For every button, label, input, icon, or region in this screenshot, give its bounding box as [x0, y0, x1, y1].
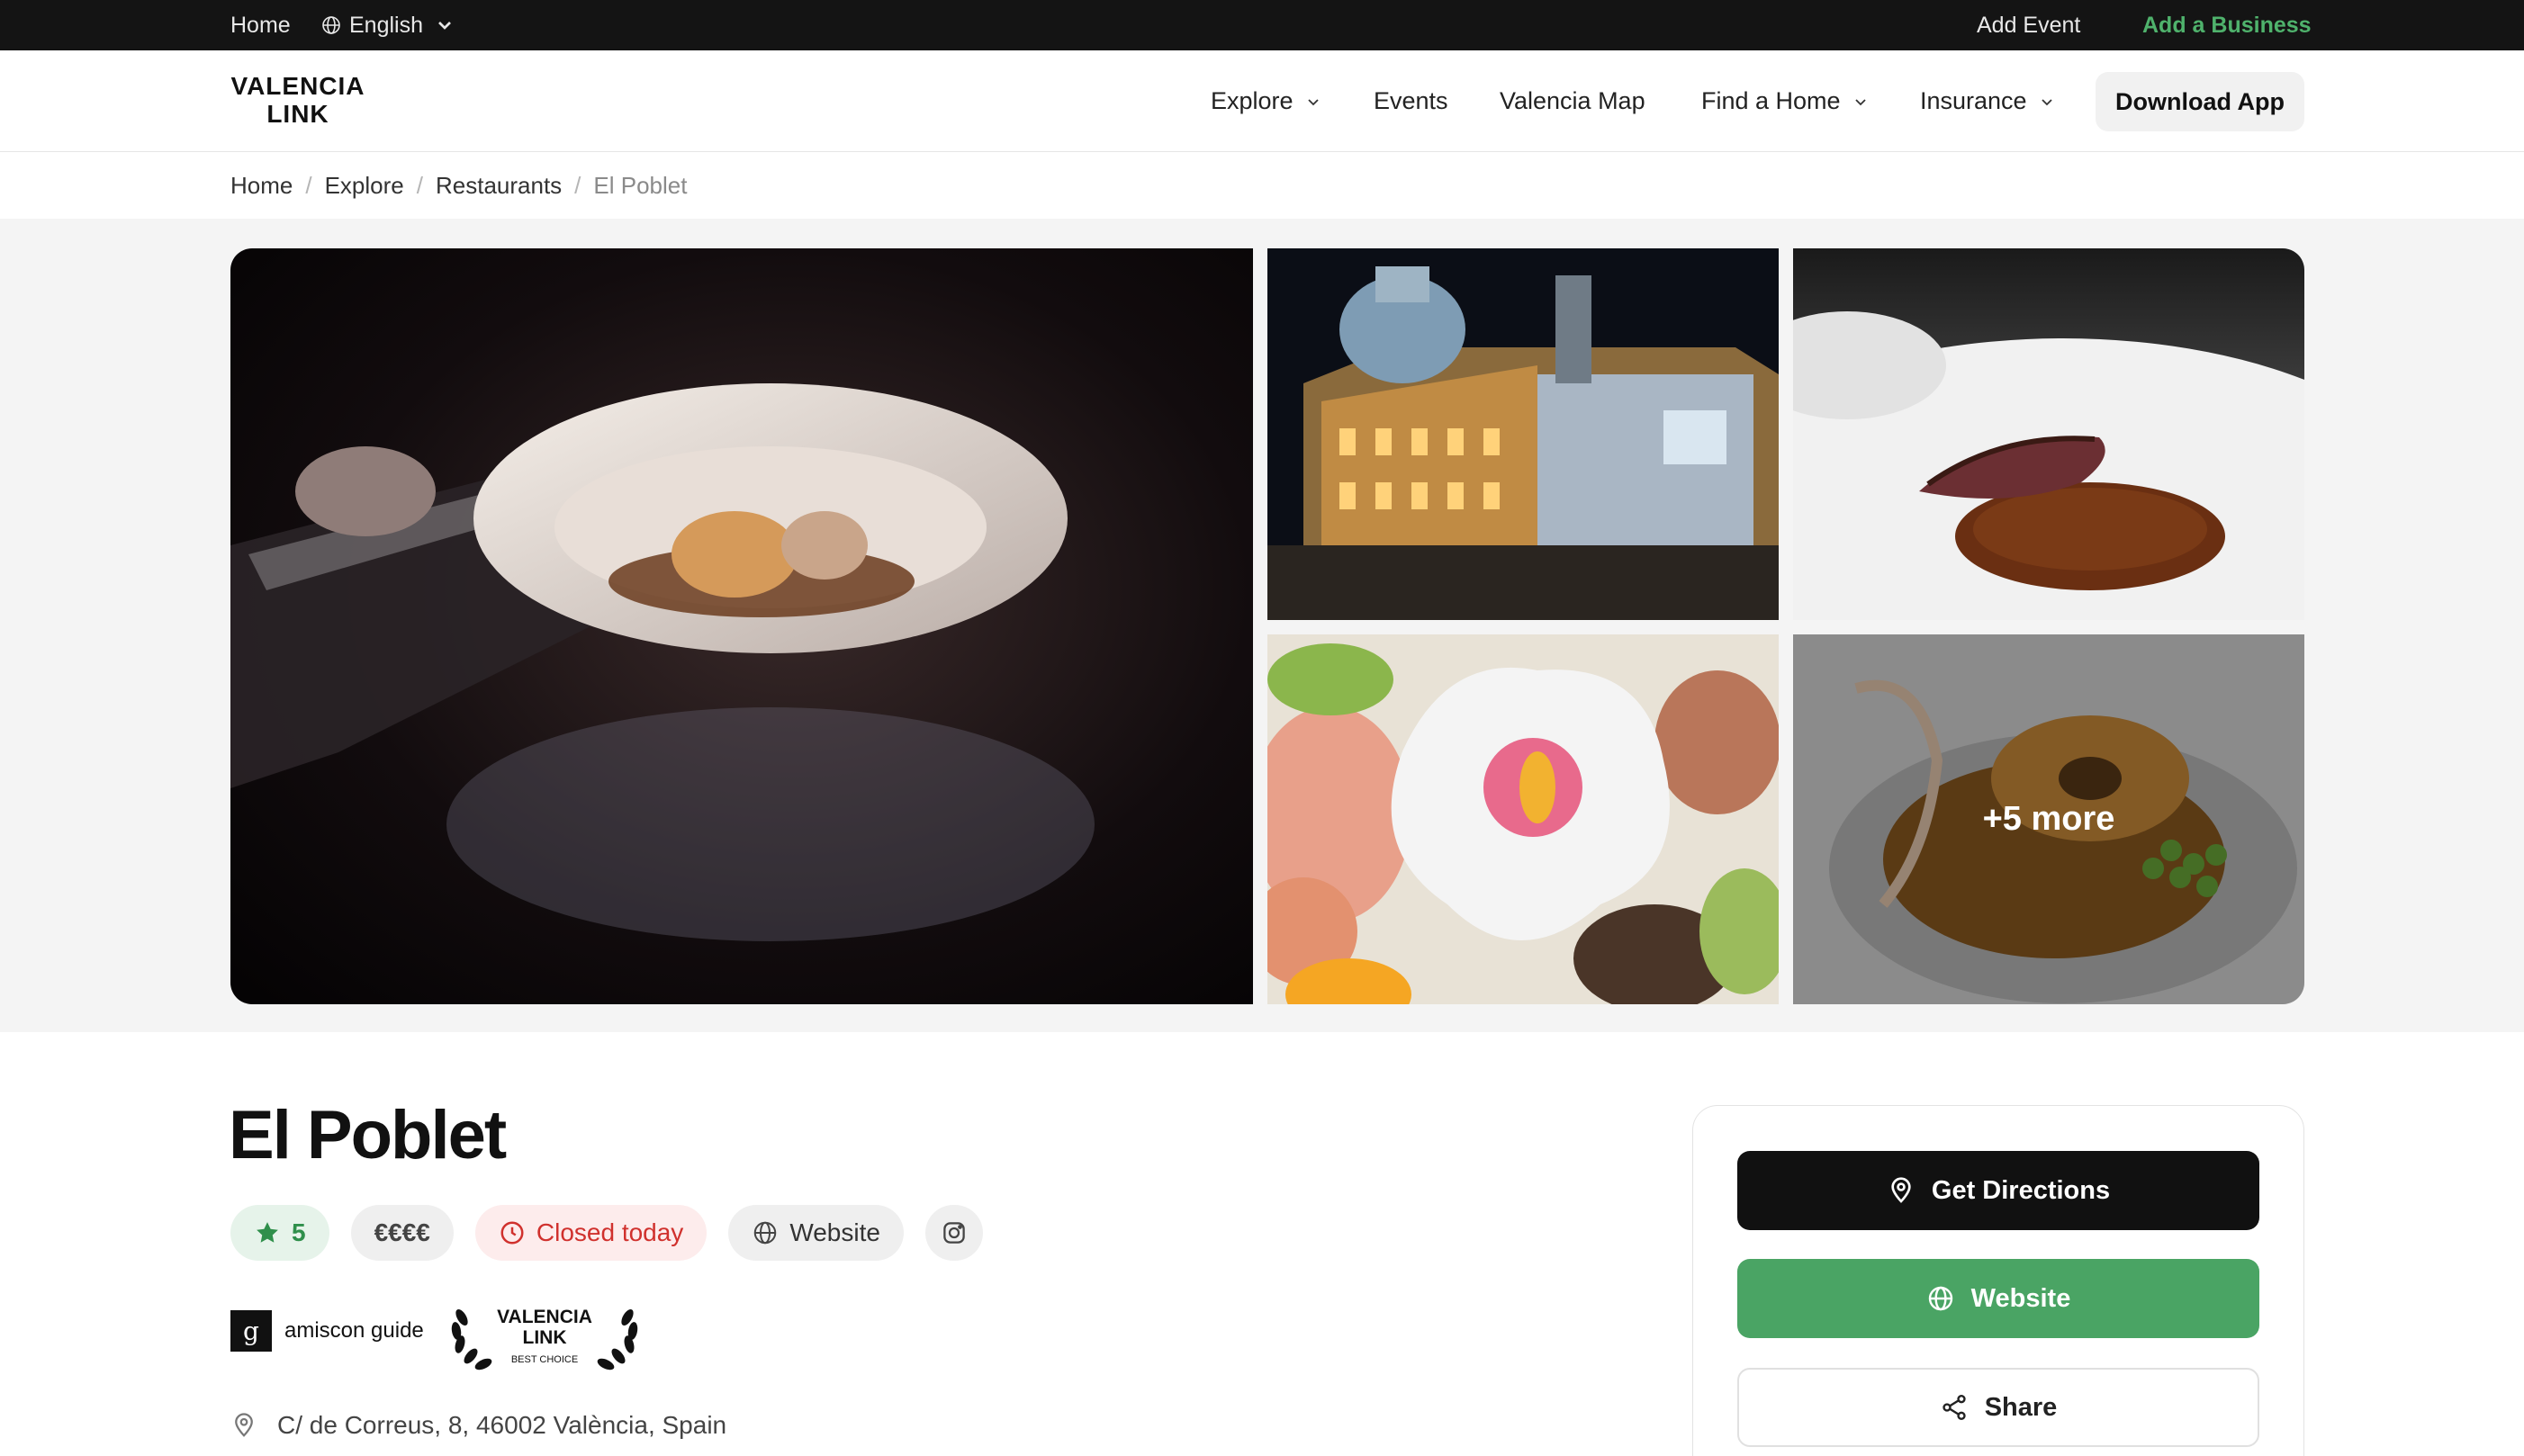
add-business-link[interactable]: Add a Business [2142, 0, 2312, 50]
instagram-chip[interactable] [924, 1205, 983, 1261]
gallery-photo-main[interactable] [230, 248, 1253, 1004]
gallery-photo-duck[interactable] [1793, 248, 2304, 620]
award-line-2: LINK [522, 1327, 566, 1348]
nav-find-home[interactable]: Find a Home [1701, 50, 1870, 152]
nav-events-label: Events [1374, 87, 1448, 114]
amiscon-text: amiscon guide [284, 1318, 424, 1343]
award-badges: g amiscon guide VALENCIA LINK BEST CHOIC… [230, 1290, 644, 1371]
nav-events[interactable]: Events [1374, 50, 1448, 152]
top-bar: Home English Add Event Add a Business [0, 0, 2524, 50]
nav-find-home-label: Find a Home [1701, 87, 1841, 114]
topbar-home-link[interactable]: Home [230, 0, 291, 50]
nav-map-label: Valencia Map [1500, 87, 1645, 114]
globe-icon [322, 16, 340, 34]
actions-card: Get Directions Website Share [1692, 1105, 2304, 1456]
price-chip: €€€€ [350, 1205, 454, 1261]
breadcrumb-separator: / [574, 171, 581, 199]
star-icon [257, 1222, 278, 1243]
language-label: English [349, 12, 423, 38]
breadcrumb-separator: / [416, 171, 423, 199]
vegetables-photo [1267, 634, 1779, 1004]
share-icon [1943, 1395, 1966, 1420]
restaurant-title: El Poblet [229, 1097, 507, 1173]
award-line-1: VALENCIA [497, 1307, 592, 1327]
language-selector[interactable]: English [320, 0, 455, 50]
gallery-photo-more[interactable]: +5 more [1793, 634, 2304, 1004]
rating-chip[interactable]: 5 [230, 1205, 329, 1261]
price-level: €€€€ [374, 1218, 430, 1246]
website-button-label: Website [1970, 1283, 2071, 1313]
breadcrumb-restaurants[interactable]: Restaurants [436, 172, 562, 200]
chevron-down-icon [2041, 98, 2052, 105]
share-label: Share [1984, 1392, 2058, 1422]
laurel-wreath-icon: VALENCIA LINK BEST CHOICE [451, 1307, 637, 1371]
building-photo [1267, 248, 1779, 620]
rating-value: 5 [292, 1218, 306, 1246]
nav-insurance-label: Insurance [1920, 87, 2027, 114]
gallery-photo-building[interactable] [1267, 248, 1779, 620]
duck-dish-photo [1793, 248, 2304, 620]
map-pin-icon [235, 1413, 253, 1437]
breadcrumb-home[interactable]: Home [230, 172, 293, 200]
breadcrumb-explore[interactable]: Explore [325, 172, 404, 200]
website-chip[interactable]: Website [728, 1205, 904, 1261]
breadcrumb-current: El Poblet [593, 171, 688, 199]
nav-valencia-map[interactable]: Valencia Map [1500, 50, 1645, 152]
chevron-down-icon [1307, 98, 1319, 105]
download-app-button[interactable]: Download App [2096, 72, 2304, 131]
globe-icon [754, 1221, 777, 1245]
address-text: C/ de Correus, 8, 46002 València, Spain [277, 1411, 727, 1439]
share-button[interactable]: Share [1737, 1368, 2259, 1447]
gallery-photo-vegetables[interactable] [1267, 634, 1779, 1004]
info-chips: 5 €€€€ Closed today Website [230, 1205, 983, 1261]
clock-icon [500, 1221, 524, 1245]
get-directions-label: Get Directions [1931, 1175, 2111, 1205]
add-event-link[interactable]: Add Event [1977, 0, 2080, 50]
breadcrumb-separator: / [305, 171, 312, 199]
site-logo[interactable]: VALENCIA LINK [230, 72, 365, 128]
get-directions-button[interactable]: Get Directions [1737, 1151, 2259, 1230]
more-photos-overlay[interactable]: +5 more [1793, 634, 2304, 1004]
chevron-down-icon [438, 22, 451, 30]
site-header: VALENCIA LINK Explore Events Valencia Ma… [0, 50, 2524, 152]
nav-explore[interactable]: Explore [1211, 50, 1322, 152]
amiscon-logo-mark: g [230, 1310, 272, 1352]
website-button[interactable]: Website [1737, 1259, 2259, 1338]
valencia-link-best-choice-badge: VALENCIA LINK BEST CHOICE [446, 1290, 644, 1371]
nav-explore-label: Explore [1211, 87, 1294, 114]
amiscon-guide-badge: g amiscon guide [230, 1310, 424, 1352]
award-line-3: BEST CHOICE [511, 1354, 578, 1365]
logo-line-2: LINK [266, 100, 329, 128]
logo-line-1: VALENCIA [230, 72, 365, 100]
chevron-down-icon [1854, 98, 1866, 105]
map-pin-icon [1891, 1177, 1911, 1203]
dish-photo [230, 248, 1253, 1004]
status-text: Closed today [536, 1218, 684, 1246]
nav-insurance[interactable]: Insurance [1920, 50, 2056, 152]
address-row: C/ de Correus, 8, 46002 València, Spain [230, 1411, 726, 1440]
website-chip-label: Website [789, 1218, 880, 1246]
status-badge[interactable]: Closed today [474, 1205, 708, 1261]
globe-icon [1928, 1286, 1952, 1311]
breadcrumb: Home / Explore / Restaurants / El Poblet [230, 153, 687, 218]
instagram-icon [943, 1222, 965, 1244]
